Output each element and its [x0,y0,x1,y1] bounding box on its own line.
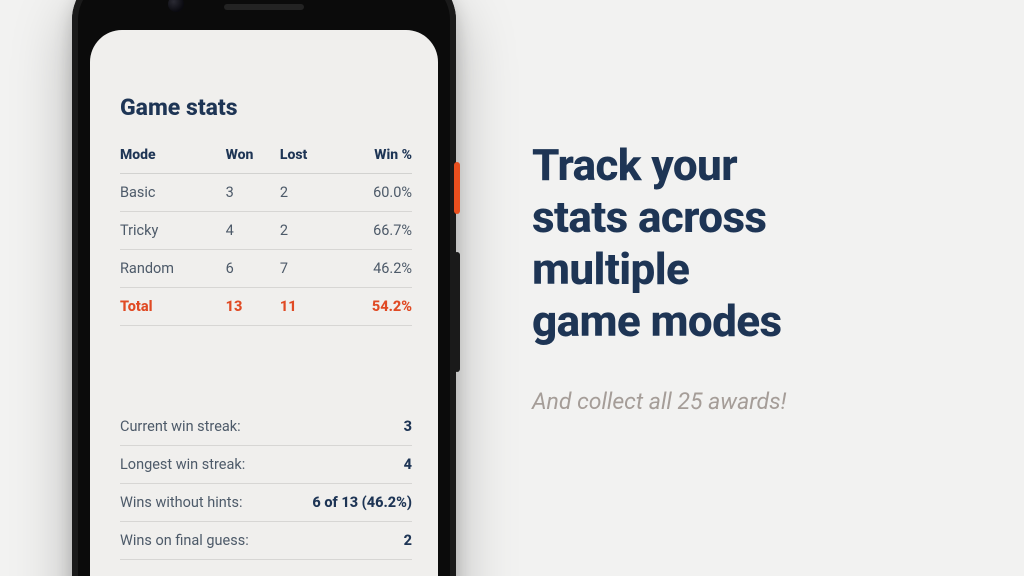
fact-label: Longest win streak: [120,456,245,473]
headline-line: stats across [532,191,766,243]
headline-line: Track your [532,139,737,191]
fact-value: 6 of 13 (46.2%) [312,494,412,511]
stats-header-row: Mode Won Lost Win % [120,139,412,174]
fact-label: Wins on final guess: [120,532,249,549]
cell-won: 3 [226,174,280,212]
col-lost: Lost [280,139,334,174]
table-total-row: Total 13 11 54.2% [120,288,412,326]
app-screen: Game stats Mode Won Lost Win % Basic 3 2 [90,30,438,576]
cell-won: 4 [226,212,280,250]
speaker-icon [224,4,304,10]
promo-headline: Track your stats across multiple game mo… [532,140,972,348]
col-mode: Mode [120,139,226,174]
power-button-icon [454,162,460,214]
headline-line: game modes [532,295,782,347]
cell-winpct: 66.7% [334,212,413,250]
table-row: Basic 3 2 60.0% [120,174,412,212]
col-won: Won [226,139,280,174]
table-row: Random 6 7 46.2% [120,250,412,288]
fact-label: Current win streak: [120,418,241,435]
fact-row: Wins without hints: 6 of 13 (46.2%) [120,484,412,522]
table-row: Tricky 4 2 66.7% [120,212,412,250]
stats-table: Mode Won Lost Win % Basic 3 2 60.0% Tric… [120,139,412,326]
fact-value: 4 [404,456,412,473]
volume-button-icon [454,252,460,372]
screen-title: Game stats [120,94,412,121]
cell-winpct: 60.0% [334,174,413,212]
col-winpct: Win % [334,139,413,174]
fact-value: 2 [404,532,412,549]
cell-won: 13 [226,288,280,326]
cell-lost: 7 [280,250,334,288]
fact-row: Current win streak: 3 [120,408,412,446]
cell-lost: 2 [280,212,334,250]
cell-mode: Total [120,288,226,326]
promo-stage: Game stats Mode Won Lost Win % Basic 3 2 [0,0,1024,576]
fact-row: Wins on final guess: 2 [120,522,412,560]
cell-mode: Tricky [120,212,226,250]
cell-mode: Random [120,250,226,288]
phone-frame: Game stats Mode Won Lost Win % Basic 3 2 [72,0,456,576]
cell-winpct: 54.2% [334,288,413,326]
cell-lost: 11 [280,288,334,326]
fact-row: Longest win streak: 4 [120,446,412,484]
cell-winpct: 46.2% [334,250,413,288]
headline-line: multiple [532,243,689,295]
promo-copy: Track your stats across multiple game mo… [532,140,972,415]
front-camera-icon [168,0,184,12]
cell-mode: Basic [120,174,226,212]
promo-subtitle: And collect all 25 awards! [532,388,972,415]
fact-value: 3 [404,418,412,435]
cell-lost: 2 [280,174,334,212]
cell-won: 6 [226,250,280,288]
fact-label: Wins without hints: [120,494,243,511]
